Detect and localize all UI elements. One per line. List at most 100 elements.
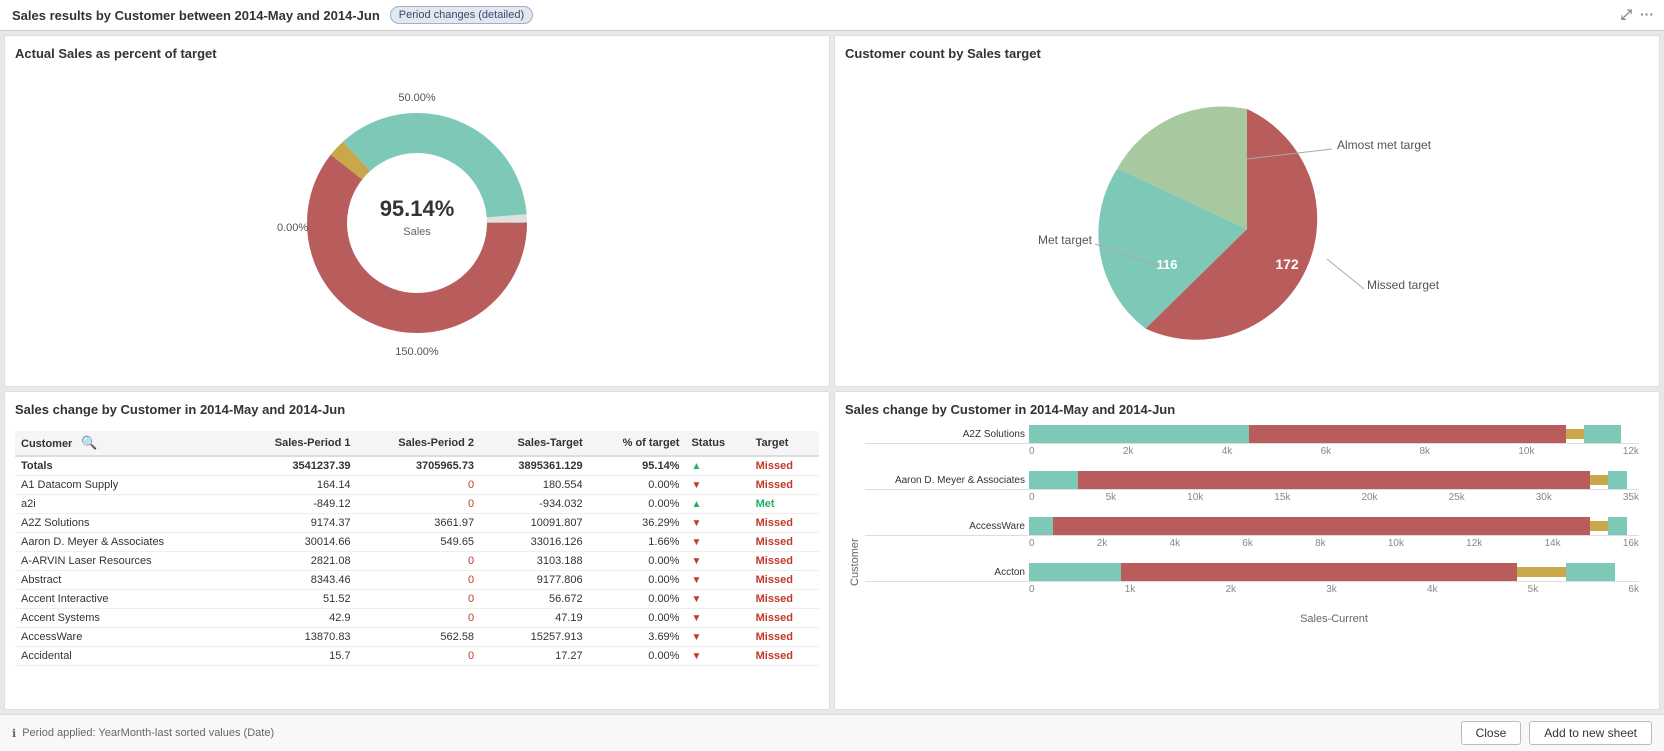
- bar-group: Aaron D. Meyer & Associates 05k10k15k20k…: [865, 471, 1639, 507]
- row-pct: 0.00%: [589, 476, 686, 495]
- period-info: Period applied: YearMonth-last sorted va…: [22, 727, 274, 739]
- row-period1: 51.52: [233, 590, 357, 609]
- row-customer: AccessWare: [15, 628, 233, 647]
- more-icon[interactable]: ···: [1640, 6, 1654, 23]
- row-pct: 0.00%: [589, 609, 686, 628]
- y-axis-label: Customer: [845, 425, 865, 699]
- search-icon[interactable]: 🔍: [81, 435, 97, 450]
- table-row: A2Z Solutions 9174.37 3661.97 10091.807 …: [15, 514, 819, 533]
- row-customer: Aaron D. Meyer & Associates: [15, 533, 233, 552]
- row-period2: 0: [357, 552, 481, 571]
- sales-table: Customer 🔍 Sales-Period 1 Sales-Period 2…: [15, 431, 819, 666]
- row-period1: 8343.46: [233, 571, 357, 590]
- row-arrow: ▼: [685, 476, 749, 495]
- corner-icons: ⤢ ···: [1621, 6, 1654, 23]
- svg-text:150.00%: 150.00%: [395, 346, 439, 358]
- row-customer: Accent Systems: [15, 609, 233, 628]
- row-period2: 0: [357, 609, 481, 628]
- totals-target: 3895361.129: [480, 456, 589, 476]
- totals-arrow: ▲: [685, 456, 749, 476]
- table-row: Accent Interactive 51.52 0 56.672 0.00% …: [15, 590, 819, 609]
- row-period2: 0: [357, 476, 481, 495]
- row-customer: Abstract: [15, 571, 233, 590]
- row-period1: 164.14: [233, 476, 357, 495]
- table-row: A-ARVIN Laser Resources 2821.08 0 3103.1…: [15, 552, 819, 571]
- svg-text:Missed target: Missed target: [1367, 278, 1440, 292]
- bar-row: Aaron D. Meyer & Associates: [865, 471, 1639, 489]
- row-target: 10091.807: [480, 514, 589, 533]
- row-period2: 0: [357, 571, 481, 590]
- row-period1: 15.7: [233, 647, 357, 666]
- row-pct: 0.00%: [589, 647, 686, 666]
- row-pct: 0.00%: [589, 495, 686, 514]
- row-status: Missed: [750, 609, 819, 628]
- row-customer: Accent Interactive: [15, 590, 233, 609]
- pie-chart-container: Almost met target Met target Missed targ…: [845, 69, 1649, 389]
- col-pct: % of target: [589, 431, 686, 456]
- row-status: Missed: [750, 552, 819, 571]
- row-arrow: ▼: [685, 590, 749, 609]
- svg-text:Met target: Met target: [1038, 233, 1093, 247]
- totals-pct: 95.14%: [589, 456, 686, 476]
- bar-group: A2Z Solutions 02k4k6k8k10k12k: [865, 425, 1639, 461]
- bar-track: [1029, 517, 1639, 535]
- table-row: a2i -849.12 0 -934.032 0.00% ▲ Met: [15, 495, 819, 514]
- row-pct: 0.00%: [589, 590, 686, 609]
- bar-group: Accton 01k2k3k4k5k6k: [865, 563, 1639, 599]
- actual-sales-title: Actual Sales as percent of target: [15, 46, 819, 61]
- row-arrow: ▼: [685, 514, 749, 533]
- row-status: Missed: [750, 514, 819, 533]
- bar-row: A2Z Solutions: [865, 425, 1639, 443]
- row-arrow: ▼: [685, 552, 749, 571]
- customer-count-title: Customer count by Sales target: [845, 46, 1649, 61]
- bars-container: A2Z Solutions 02k4k6k8k10k12k: [865, 425, 1649, 699]
- info-icon: ℹ: [12, 727, 16, 740]
- row-arrow: ▼: [685, 628, 749, 647]
- col-target: Sales-Target: [480, 431, 589, 456]
- donut-chart: 95.14% Sales 100.00% 50.00% 0.00% 150.00…: [277, 83, 557, 363]
- row-target: 17.27: [480, 647, 589, 666]
- sales-table-title: Sales change by Customer in 2014-May and…: [15, 402, 345, 417]
- bar-label: A2Z Solutions: [865, 429, 1025, 440]
- bar-label: AccessWare: [865, 521, 1025, 532]
- row-period1: 9174.37: [233, 514, 357, 533]
- row-pct: 0.00%: [589, 571, 686, 590]
- bar-group: AccessWare 02k4k6k8k10k12k14k16k: [865, 517, 1639, 553]
- totals-row: Totals 3541237.39 3705965.73 3895361.129…: [15, 456, 819, 476]
- bar-label: Accton: [865, 567, 1025, 578]
- row-target: -934.032: [480, 495, 589, 514]
- minimize-icon[interactable]: ⤢: [1621, 6, 1632, 23]
- totals-status: Missed: [750, 456, 819, 476]
- row-customer: A-ARVIN Laser Resources: [15, 552, 233, 571]
- table-wrapper[interactable]: Customer 🔍 Sales-Period 1 Sales-Period 2…: [15, 431, 819, 699]
- row-target: 3103.188: [480, 552, 589, 571]
- totals-period2: 3705965.73: [357, 456, 481, 476]
- row-arrow: ▲: [685, 495, 749, 514]
- add-to-sheet-button[interactable]: Add to new sheet: [1529, 721, 1652, 745]
- row-target: 33016.126: [480, 533, 589, 552]
- row-arrow: ▼: [685, 571, 749, 590]
- col-status: Status: [685, 431, 749, 456]
- row-period1: 30014.66: [233, 533, 357, 552]
- bar-chart-panel: Sales change by Customer in 2014-May and…: [834, 391, 1660, 710]
- row-period2: 0: [357, 590, 481, 609]
- row-period2: 3661.97: [357, 514, 481, 533]
- bar-track: [1029, 425, 1639, 443]
- bar-chart-title: Sales change by Customer in 2014-May and…: [845, 402, 1649, 417]
- row-customer: a2i: [15, 495, 233, 514]
- svg-text:116: 116: [1157, 257, 1178, 272]
- row-status: Missed: [750, 571, 819, 590]
- period-badge[interactable]: Period changes (detailed): [390, 6, 533, 24]
- close-button[interactable]: Close: [1461, 721, 1522, 745]
- bar-row: Accton: [865, 563, 1639, 581]
- totals-period1: 3541237.39: [233, 456, 357, 476]
- svg-text:50.00%: 50.00%: [398, 92, 436, 104]
- top-panels: Actual Sales as percent of target: [0, 31, 1664, 391]
- col-period1: Sales-Period 1: [233, 431, 357, 456]
- bar-row: AccessWare: [865, 517, 1639, 535]
- row-target: 47.19: [480, 609, 589, 628]
- x-axis-label: Sales-Current: [865, 613, 1639, 625]
- row-status: Missed: [750, 590, 819, 609]
- row-status: Missed: [750, 533, 819, 552]
- svg-text:172: 172: [1275, 256, 1299, 272]
